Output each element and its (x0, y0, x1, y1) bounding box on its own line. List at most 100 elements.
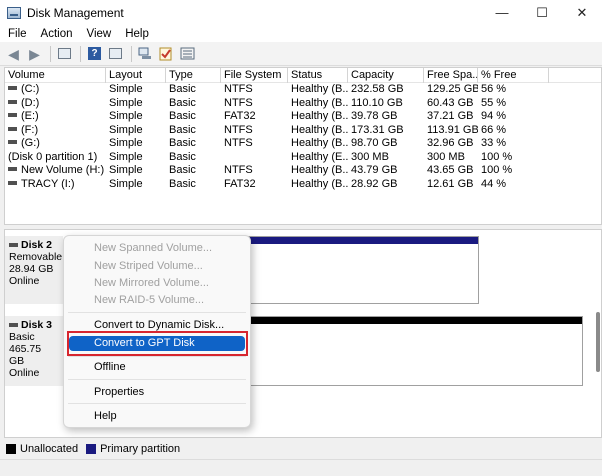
close-button[interactable]: ✕ (562, 0, 602, 25)
column-header-status[interactable]: Status (288, 68, 348, 83)
column-header-capacity[interactable]: Capacity (348, 68, 424, 83)
table-row[interactable]: (D:) Simple Basic NTFS Healthy (B... 110.10 G… (5, 97, 601, 111)
cell-status-text: Healthy (B... (291, 164, 348, 176)
cell-percent-free-text: 55 % (481, 96, 507, 109)
table-row[interactable]: (Disk 0 partition 1) Simple Basic Healthy (… (5, 151, 601, 165)
table-row[interactable]: New Volume (H:) Simple Basic NTFS Healthy (B… (5, 164, 601, 178)
cell-status: Healthy (B... (288, 97, 348, 111)
menu-properties[interactable]: Properties (94, 385, 144, 399)
minimize-button[interactable]: — (482, 0, 522, 25)
cell-free-space: 43.65 GB (424, 164, 478, 178)
menu-convert-to-dynamic-disk[interactable]: Convert to Dynamic Disk... (94, 318, 224, 332)
cell-percent-free-text: 94 % (481, 110, 507, 122)
cell-volume-text: TRACY (I:) (21, 177, 75, 190)
disk-3-unallocated[interactable] (246, 316, 583, 386)
cell-free-space-text: 300 MB (427, 150, 465, 163)
volume-icon (8, 180, 17, 185)
cell-file-system: NTFS (221, 124, 288, 138)
cell-layout-text: Simple (109, 83, 143, 95)
cell-percent-free-text: 44 % (481, 177, 507, 190)
volume-list-header: Volume Layout Type File System Status Ca… (5, 68, 601, 83)
cell-file-system: FAT32 (221, 178, 288, 192)
cell-status: Healthy (B... (288, 137, 348, 151)
cell-capacity: 98.70 GB (348, 137, 424, 151)
cell-type-text: Basic (169, 123, 196, 136)
cell-file-system: NTFS (221, 97, 288, 111)
disk-2-partition[interactable] (246, 236, 479, 304)
volume-icon (8, 167, 17, 172)
cell-file-system-text: NTFS (224, 123, 253, 136)
cell-type-text: Basic (169, 164, 196, 176)
cell-layout-text: Simple (109, 96, 143, 109)
unallocated-swatch (6, 443, 16, 454)
primary-partition-swatch (86, 443, 97, 454)
legend-unallocated: Unallocated (20, 442, 79, 455)
cell-capacity-text: 28.92 GB (351, 177, 398, 190)
menu-offline[interactable]: Offline (94, 360, 126, 374)
table-row[interactable]: (G:) Simple Basic NTFS Healthy (B... 98.70 GB… (5, 137, 601, 151)
connect-button[interactable] (136, 45, 155, 63)
cell-volume: (D:) (5, 97, 106, 111)
annotation-highlight-box (67, 331, 248, 356)
menu-help-item[interactable]: Help (94, 409, 117, 423)
check-button[interactable] (157, 45, 176, 63)
help-icon: ? (88, 47, 101, 60)
table-row[interactable]: (C:) Simple Basic NTFS Healthy (B... 232.58 G… (5, 83, 601, 97)
maximize-button[interactable]: ☐ (522, 0, 562, 25)
cell-type: Basic (166, 124, 221, 138)
disk-2-size: 28.94 GB (9, 263, 54, 275)
cell-file-system-text: NTFS (224, 83, 253, 95)
help-button[interactable]: ? (85, 45, 104, 63)
cell-file-system: NTFS (221, 137, 288, 151)
cell-layout: Simple (106, 178, 166, 192)
menu-view[interactable]: View (80, 28, 119, 40)
table-row[interactable]: TRACY (I:) Simple Basic FAT32 Healthy (B... 2… (5, 178, 601, 192)
properties-button[interactable] (106, 45, 125, 63)
list-button[interactable] (178, 45, 197, 63)
column-header-file-system[interactable]: File System (221, 68, 288, 83)
menu-new-spanned-volume: New Spanned Volume... (94, 242, 213, 254)
cell-volume: New Volume (H:) (5, 164, 106, 178)
cell-status: Healthy (B... (288, 83, 348, 97)
table-row[interactable]: (E:) Simple Basic FAT32 Healthy (B... 39.78 G… (5, 110, 601, 124)
cell-file-system (221, 151, 288, 165)
disk-2-label[interactable]: Disk 2 Removable 28.94 GB Online (5, 236, 63, 304)
disk-3-size: 465.75 GB (9, 343, 42, 367)
forward-button[interactable]: ▶ (25, 45, 44, 63)
volume-icon (8, 86, 17, 91)
column-header-percent-free[interactable]: % Free (478, 68, 549, 83)
cell-percent-free-text: 56 % (481, 83, 507, 95)
cell-status-text: Healthy (B... (291, 137, 348, 149)
list-icon (180, 47, 195, 60)
cell-type-text: Basic (169, 177, 196, 190)
menu-help[interactable]: Help (118, 28, 156, 40)
cell-capacity-text: 98.70 GB (351, 137, 398, 149)
back-arrow-icon: ◀ (8, 45, 19, 62)
window-controls: — ☐ ✕ (482, 0, 602, 25)
menu-file[interactable]: File (0, 28, 34, 40)
disk-3-label[interactable]: Disk 3 Basic 465.75 GB Online (5, 316, 63, 386)
cell-percent-free: 55 % (478, 97, 549, 111)
back-button[interactable]: ◀ (4, 45, 23, 63)
toolbar-separator (50, 45, 51, 62)
disk-map-scrollbar[interactable] (596, 312, 600, 372)
column-header-volume[interactable]: Volume (5, 68, 106, 83)
cell-volume: TRACY (I:) (5, 178, 106, 192)
cell-percent-free: 44 % (478, 178, 549, 192)
cell-capacity-text: 300 MB (351, 150, 389, 163)
column-header-layout[interactable]: Layout (106, 68, 166, 83)
cell-capacity-text: 43.79 GB (351, 164, 398, 176)
cell-type-text: Basic (169, 96, 196, 109)
column-header-free-space[interactable]: Free Spa... (424, 68, 478, 83)
menu-new-mirrored-volume: New Mirrored Volume... (94, 277, 209, 289)
menu-action[interactable]: Action (34, 28, 80, 40)
column-header-type[interactable]: Type (166, 68, 221, 83)
connect-icon (138, 47, 151, 59)
table-row[interactable]: (F:) Simple Basic NTFS Healthy (B... 173.31 G… (5, 124, 601, 138)
cell-capacity-text: 39.78 GB (351, 110, 398, 122)
volume-rows: (C:) Simple Basic NTFS Healthy (B... 232.58 G… (5, 83, 601, 191)
cell-free-space: 12.61 GB (424, 178, 478, 192)
status-bar (0, 459, 602, 476)
console-tree-button[interactable] (55, 45, 74, 63)
cell-layout-text: Simple (109, 164, 143, 176)
